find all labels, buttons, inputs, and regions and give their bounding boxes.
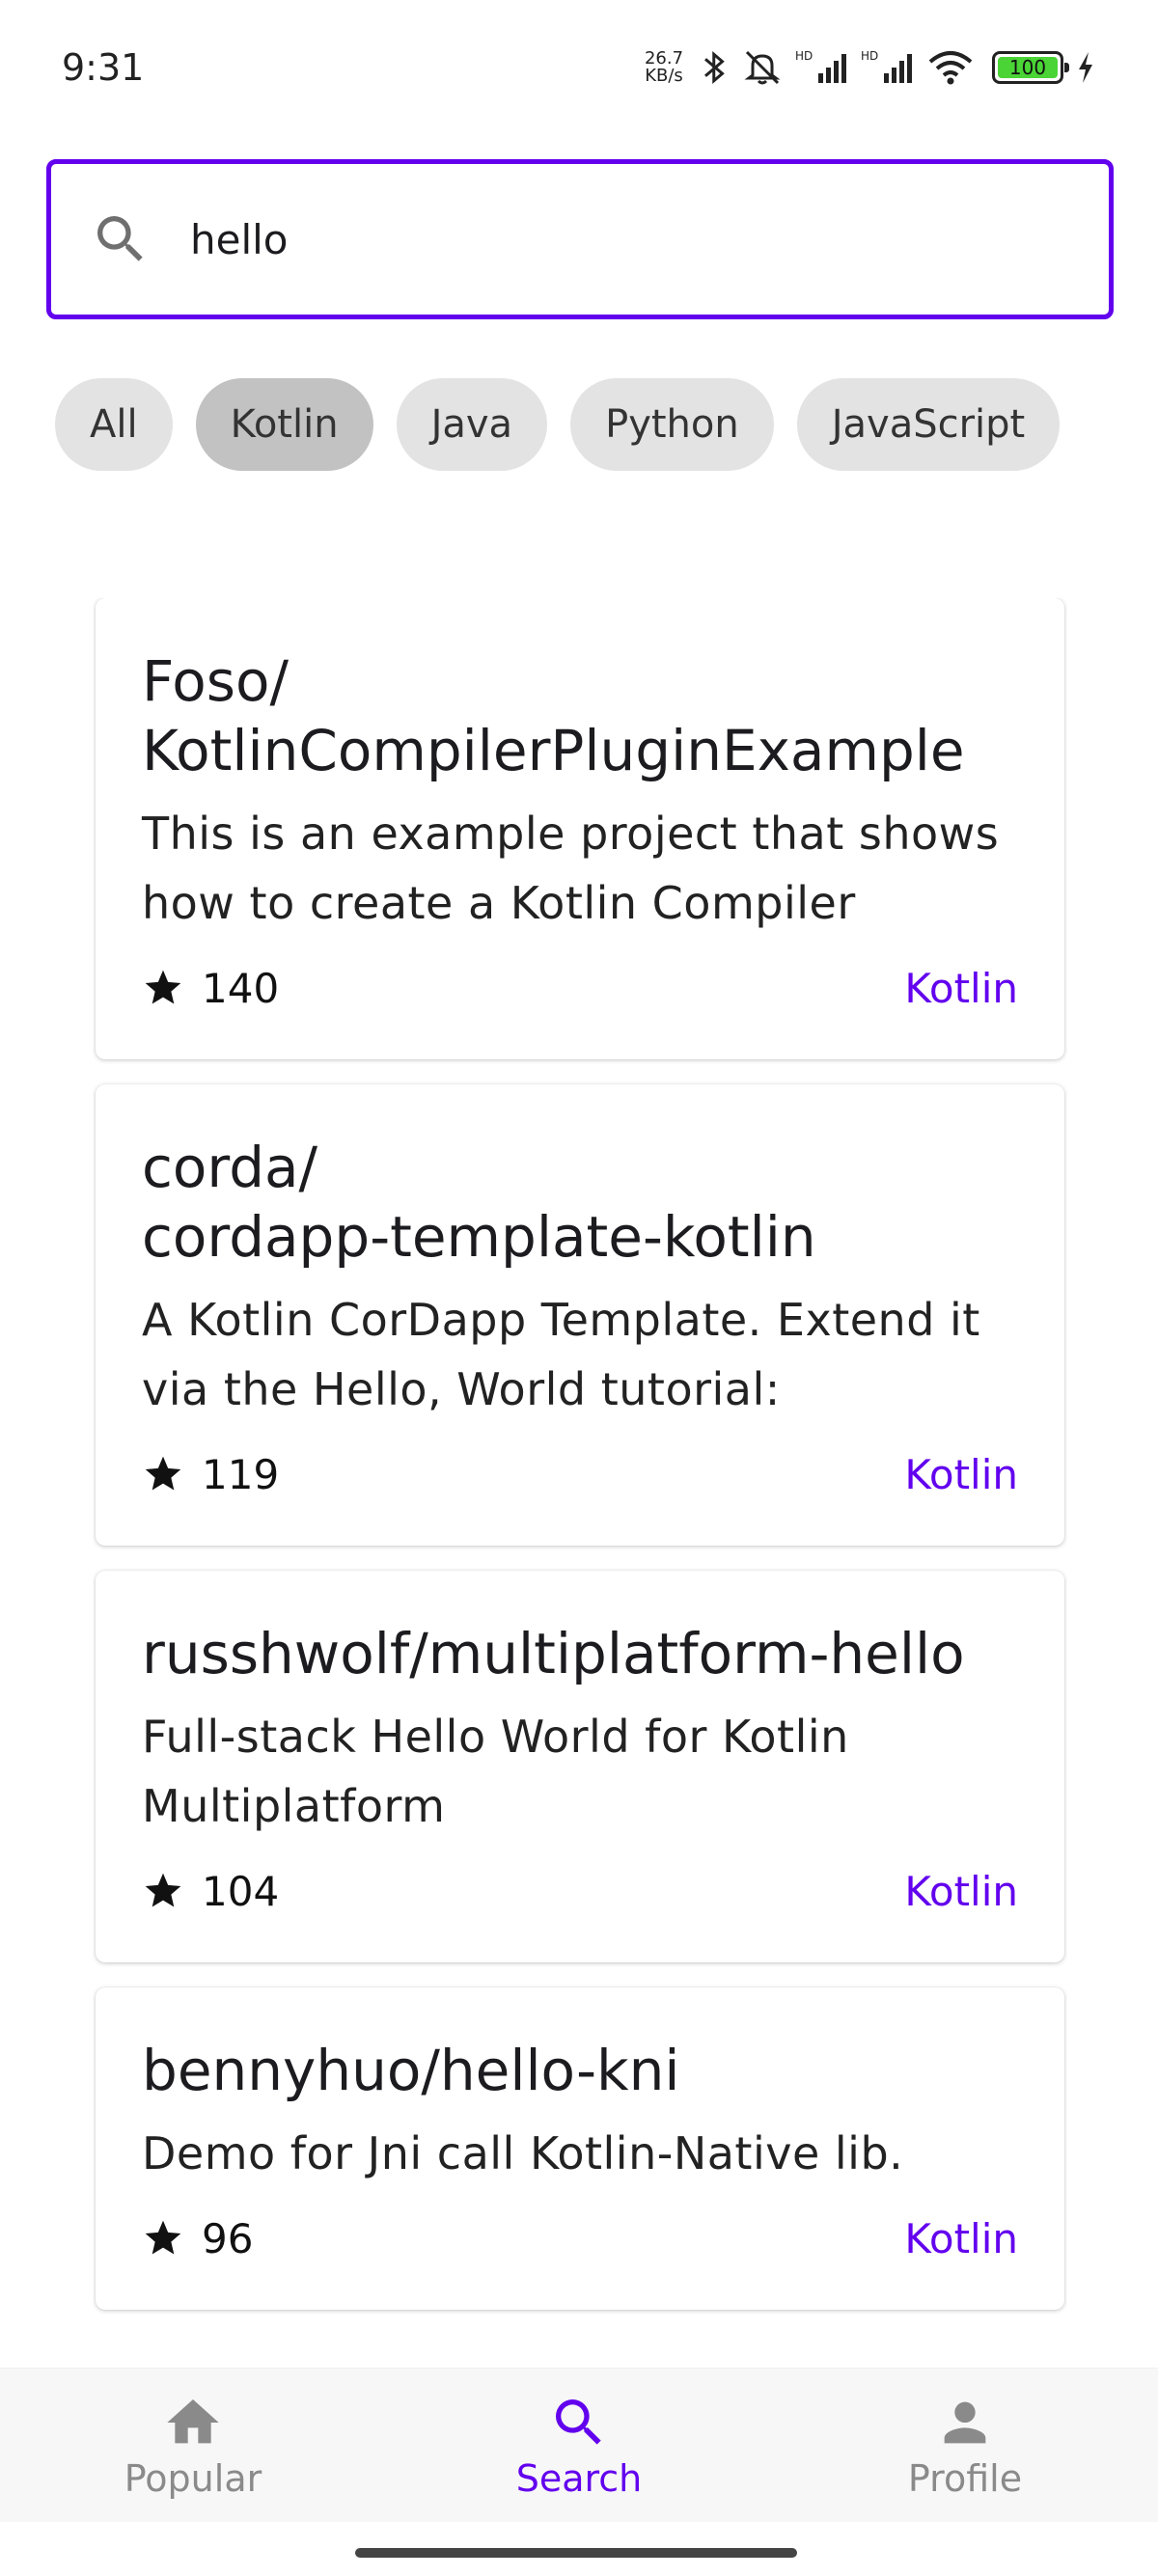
star-icon [145,1456,181,1491]
nav-profile[interactable]: Profile [820,2392,1110,2500]
star-icon [145,1873,181,1907]
results-list[interactable]: Foso/ KotlinCompilerPluginExample This i… [93,598,1067,2322]
nav-popular[interactable]: Popular [48,2392,338,2500]
wifi-icon [928,51,973,85]
repo-description: Demo for Jni call Kotlin-Native lib. [142,2127,904,2179]
chip-all[interactable]: All [55,378,173,471]
signal-hd-icon: HD [795,49,846,83]
nav-search[interactable]: Search [434,2392,724,2500]
repo-description: A Kotlin CorDapp Template. Extend it via… [142,1294,980,1415]
chip-kotlin[interactable]: Kotlin [195,378,373,471]
svg-text:HD: HD [861,49,878,63]
network-speed: 26.7 KB/s [639,50,689,85]
status-bar: 9:31 26.7 KB/s HD HD 100 [0,0,1158,135]
language-filter-chips: All Kotlin Java Python JavaScript [55,378,1061,471]
repo-footer: 119 Kotlin [142,1438,1018,1546]
nav-label: Profile [907,2456,1023,2500]
person-icon [944,2401,986,2443]
battery-icon: 100 [992,51,1069,84]
repo-stars: 104 [142,1868,279,1915]
repo-title: russhwolf/multiplatform-hello [142,1621,965,1686]
star-count: 96 [202,2214,254,2262]
repo-stars: 96 [142,2215,253,2262]
mute-icon [744,50,781,85]
repo-footer: 140 Kotlin [142,951,1018,1059]
svg-text:HD: HD [795,49,813,63]
charging-icon [1079,52,1092,83]
star-icon [145,970,181,1004]
bluetooth-icon [704,50,725,85]
search-input[interactable] [190,215,1059,263]
repo-card[interactable]: russhwolf/multiplatform-hello Full-stack… [96,1571,1064,1962]
home-indicator[interactable] [355,2548,797,2558]
star-icon [145,2220,181,2255]
bottom-navigation: Popular Search Profile [0,2368,1158,2522]
repo-title: Foso/ KotlinCompilerPluginExample [142,648,965,783]
chip-python[interactable]: Python [570,378,774,471]
repo-language: Kotlin [904,1867,1018,1915]
home-icon [167,2398,219,2443]
repo-title: bennyhuo/hello-kni [142,2038,680,2103]
search-icon [97,216,143,261]
repo-language: Kotlin [904,964,1018,1012]
repo-stars: 140 [142,965,279,1012]
repo-language: Kotlin [904,2214,1018,2262]
status-time: 9:31 [62,46,145,89]
repo-description: This is an example project that shows ho… [142,808,1000,929]
repo-card[interactable]: bennyhuo/hello-kni Demo for Jni call Kot… [96,1987,1064,2310]
repo-footer: 104 Kotlin [142,1854,1018,1962]
repo-description: Full-stack Hello World for Kotlin Multip… [142,1711,849,1832]
search-field[interactable] [46,159,1114,319]
repo-stars: 119 [142,1451,279,1498]
nav-label: Popular [124,2456,262,2500]
nav-label: Search [515,2456,643,2500]
star-count: 119 [202,1450,280,1498]
repo-title: corda/ cordapp-template-kotlin [142,1135,816,1270]
status-icons: 26.7 KB/s HD HD 100 [639,48,1096,87]
repo-card[interactable]: corda/ cordapp-template-kotlin A Kotlin … [96,1084,1064,1546]
repo-card[interactable]: Foso/ KotlinCompilerPluginExample This i… [96,598,1064,1059]
battery-level: 100 [1008,56,1047,79]
search-screen: 9:31 26.7 KB/s HD HD 100 All Kotlin Java… [0,0,1158,2576]
signal-hd-icon-2: HD [861,49,912,83]
star-count: 104 [202,1867,280,1915]
repo-footer: 96 Kotlin [142,2202,1018,2310]
network-speed-unit: KB/s [645,66,683,86]
search-icon [556,2398,601,2445]
repo-language: Kotlin [904,1450,1018,1498]
star-count: 140 [202,964,280,1012]
chip-java[interactable]: Java [396,378,548,471]
chip-javascript[interactable]: JavaScript [796,378,1061,471]
